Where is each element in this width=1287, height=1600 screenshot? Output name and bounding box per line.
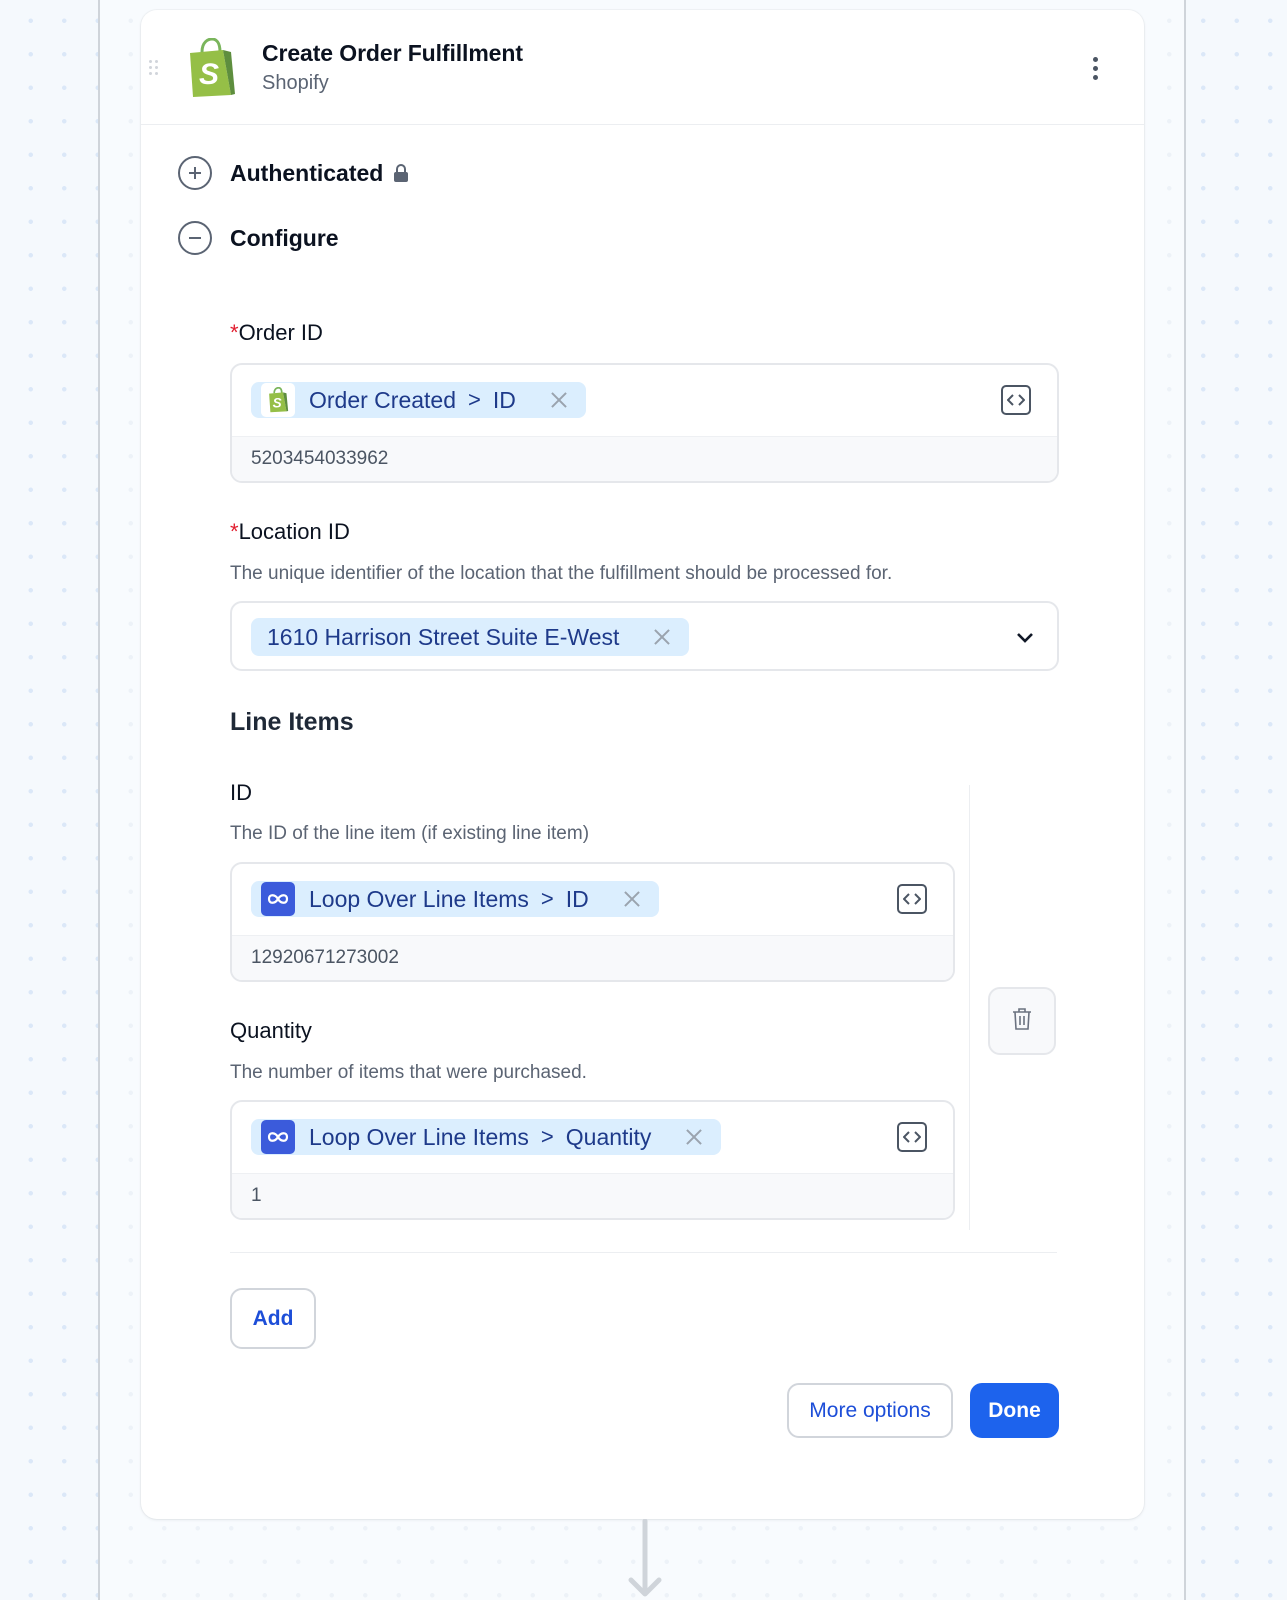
location-chip[interactable]: 1610 Harrison Street Suite E-West	[251, 618, 690, 656]
svg-text:S: S	[199, 58, 219, 91]
quantity-chip[interactable]: Loop Over Line Items > Quantity	[251, 1119, 722, 1155]
more-options-button[interactable]: More options	[787, 1383, 953, 1438]
location-id-select[interactable]: 1610 Harrison Street Suite E-West	[230, 601, 1059, 671]
location-id-description: The unique identifier of the location th…	[230, 563, 893, 584]
line-item-id-description: The ID of the line item (if existing lin…	[230, 823, 590, 844]
delete-line-item-button[interactable]	[988, 987, 1056, 1055]
chip-source: Order Created	[309, 386, 457, 413]
chevron-right-icon: >	[540, 886, 554, 911]
quantity-label: Quantity	[230, 1018, 312, 1043]
lock-icon	[393, 164, 409, 182]
chip-source: Loop Over Line Items	[309, 1123, 529, 1150]
line-item-id-label: ID	[230, 780, 252, 805]
remove-chip-icon[interactable]	[623, 890, 641, 908]
line-item-divider	[969, 785, 970, 1230]
svg-text:S: S	[273, 396, 282, 411]
step-title: Create Order Fulfillment	[262, 40, 523, 66]
remove-chip-icon[interactable]	[550, 391, 568, 409]
quantity-resolved-value: 1	[232, 1174, 953, 1218]
section-configure-label: Configure	[230, 224, 339, 251]
required-mark: *	[230, 320, 239, 345]
section-authenticated[interactable]: Authenticated	[178, 156, 409, 190]
code-toggle-icon[interactable]	[897, 1122, 927, 1152]
remove-chip-icon[interactable]	[685, 1128, 703, 1146]
plus-circle-icon	[178, 156, 212, 190]
code-toggle-icon[interactable]	[1001, 385, 1031, 415]
more-vertical-icon[interactable]	[1088, 55, 1104, 85]
loop-icon	[261, 1120, 295, 1154]
required-mark: *	[230, 519, 239, 544]
order-id-chip[interactable]: S Order Created > ID	[251, 382, 586, 418]
chip-source: Loop Over Line Items	[309, 885, 529, 912]
order-id-label: *Order ID	[230, 320, 323, 345]
chip-field: ID	[492, 386, 516, 413]
order-id-resolved-value: 5203454033962	[232, 437, 1057, 481]
done-button[interactable]: Done	[970, 1383, 1059, 1438]
code-toggle-icon[interactable]	[897, 884, 927, 914]
shopify-logo-icon: S	[185, 37, 237, 98]
chevron-right-icon: >	[468, 387, 481, 412]
step-card: S Create Order Fulfillment Shopify Authe…	[141, 10, 1144, 1519]
chevron-down-icon[interactable]	[1015, 627, 1035, 647]
drag-handle-icon[interactable]	[149, 60, 161, 78]
shopify-icon: S	[261, 383, 295, 417]
location-selected-value: 1610 Harrison Street Suite E-West	[267, 623, 620, 650]
arrow-down-icon	[625, 1518, 665, 1600]
location-id-label: *Location ID	[230, 519, 350, 544]
section-authenticated-label: Authenticated	[230, 159, 384, 186]
chip-field: Quantity	[565, 1123, 652, 1150]
line-item-id-resolved-value: 12920671273002	[232, 936, 953, 980]
trash-icon	[1011, 1007, 1033, 1036]
minus-circle-icon	[178, 221, 212, 255]
quantity-description: The number of items that were purchased.	[230, 1062, 587, 1083]
section-divider	[230, 1252, 1057, 1253]
line-items-title: Line Items	[230, 708, 354, 736]
chip-field: ID	[565, 885, 589, 912]
step-header: S Create Order Fulfillment Shopify	[141, 10, 1144, 125]
line-item-id-input[interactable]: Loop Over Line Items > ID 12920671273002	[230, 862, 955, 982]
remove-chip-icon[interactable]	[653, 628, 671, 646]
step-app-name: Shopify	[262, 72, 329, 94]
line-item-id-chip[interactable]: Loop Over Line Items > ID	[251, 881, 659, 917]
add-line-item-button[interactable]: Add	[230, 1288, 316, 1349]
loop-icon	[261, 882, 295, 916]
quantity-input[interactable]: Loop Over Line Items > Quantity 1	[230, 1100, 955, 1220]
section-configure[interactable]: Configure	[178, 221, 339, 255]
order-id-input[interactable]: S Order Created > ID 5203454033962	[230, 363, 1059, 483]
chevron-right-icon: >	[540, 1124, 554, 1149]
